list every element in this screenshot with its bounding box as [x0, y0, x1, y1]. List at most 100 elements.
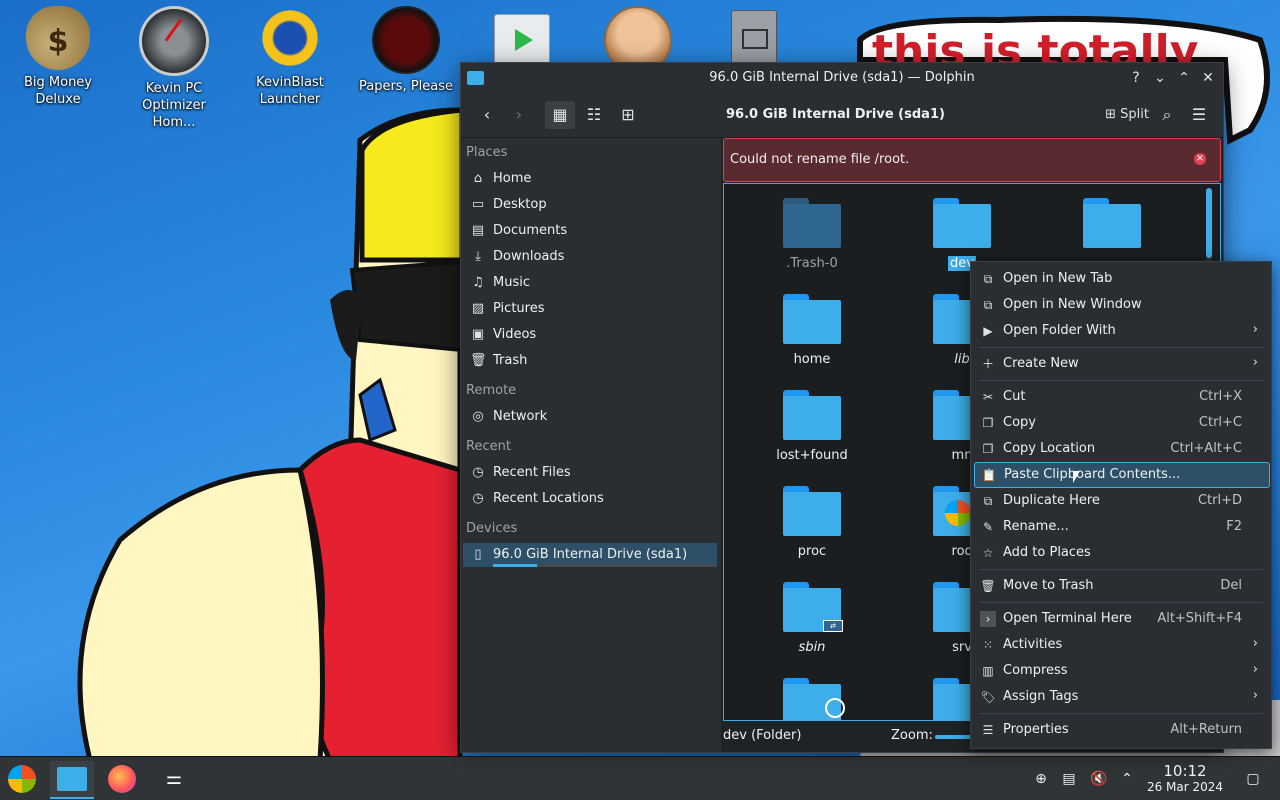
place-pictures[interactable]: ▨ Pictures — [463, 297, 717, 321]
place-music[interactable]: ♫ Music — [463, 271, 717, 295]
desktop-icon-kevinblast[interactable]: KevinBlast Launcher — [235, 0, 345, 108]
drive-usage-bar — [493, 564, 715, 567]
menu-item-paste-clipboard[interactable]: 📋 Paste Clipboard Contents... — [974, 462, 1270, 488]
show-desktop-icon[interactable]: ▢ — [1244, 770, 1262, 788]
icons-view-icon[interactable]: ▦ — [545, 101, 575, 129]
place-desktop[interactable]: ▭ Desktop — [463, 193, 717, 217]
new-window-icon: ⧉ — [983, 298, 993, 312]
music-icon: ♫ — [472, 275, 484, 290]
menu-item-duplicate-here[interactable]: ⧉ Duplicate Here Ctrl+D — [974, 489, 1268, 513]
maximize-button[interactable]: ⌃ — [1175, 69, 1193, 87]
menu-item-label: Cut — [1003, 389, 1026, 404]
place-label: Desktop — [493, 197, 547, 212]
file-item-proc[interactable]: proc — [747, 472, 877, 564]
menu-separator — [979, 569, 1263, 570]
menu-separator — [979, 347, 1263, 348]
bookmark-icon: ☆ — [982, 546, 994, 560]
start-menu-icon[interactable] — [4, 761, 40, 797]
menu-separator — [979, 602, 1263, 603]
menu-item-properties[interactable]: ☰ Properties Alt+Return — [974, 718, 1268, 742]
desktop-icon-label: Big Money Deluxe — [23, 75, 92, 107]
close-button[interactable]: ✕ — [1199, 69, 1217, 87]
desktop-icon-kevin-pc-optimizer[interactable]: Kevin PC Optimizer Hom... — [119, 0, 229, 131]
duplicate-icon: ⧉ — [983, 494, 993, 508]
volume-muted-icon[interactable]: 🔇 — [1090, 770, 1108, 788]
properties-icon: ☰ — [982, 723, 994, 737]
menu-item-compress[interactable]: ▥ Compress › — [974, 659, 1268, 683]
desktop-icon: ▭ — [471, 197, 485, 212]
firefox-icon[interactable] — [104, 761, 140, 797]
network-icon: ◎ — [472, 409, 484, 424]
menu-item-open-new-window[interactable]: ⧉ Open in New Window — [974, 293, 1268, 317]
place-internal-drive[interactable]: ▯ 96.0 GiB Internal Drive (sda1) — [463, 543, 717, 567]
hamburger-menu-icon[interactable]: ☰ — [1185, 101, 1213, 129]
place-documents[interactable]: ▤ Documents — [463, 219, 717, 243]
desktop-icon-big-money[interactable]: $ Big Money Deluxe — [3, 0, 113, 108]
menu-item-open-new-tab[interactable]: ⧉ Open in New Tab — [974, 267, 1268, 291]
menu-item-copy-location[interactable]: ❐ Copy Location Ctrl+Alt+C — [974, 437, 1268, 461]
file-item-trash-0[interactable]: .Trash-0 — [747, 184, 877, 276]
menu-item-create-new[interactable]: ＋ Create New › — [974, 352, 1268, 376]
menu-item-open-folder-with[interactable]: ▶ Open Folder With › — [974, 319, 1268, 343]
desktop-icon-media-player[interactable] — [467, 0, 577, 70]
menu-item-open-terminal[interactable]: › Open Terminal Here Alt+Shift+F4 — [974, 607, 1268, 631]
minimize-button[interactable]: ⌄ — [1151, 69, 1169, 87]
menu-item-shortcut: Ctrl+C — [1198, 415, 1242, 430]
desktop-icon-papers-please[interactable]: Papers, Please — [351, 0, 461, 95]
menu-item-add-to-places[interactable]: ☆ Add to Places — [974, 541, 1268, 565]
scrollbar-thumb[interactable] — [1206, 188, 1212, 258]
place-label: Documents — [493, 223, 568, 238]
updates-icon[interactable]: ⊕ — [1032, 770, 1050, 788]
recent-section-header: Recent — [466, 439, 511, 454]
file-item-tmp[interactable] — [747, 664, 877, 720]
place-network[interactable]: ◎ Network — [463, 405, 717, 429]
clock[interactable]: 10:12 26 Mar 2024 — [1140, 763, 1230, 795]
menu-item-move-to-trash[interactable]: 🗑 Move to Trash Del — [974, 574, 1268, 598]
place-downloads[interactable]: ⤓ Downloads — [463, 245, 717, 269]
menu-item-copy[interactable]: ❐ Copy Ctrl+C — [974, 411, 1268, 435]
forward-icon[interactable]: › — [505, 101, 533, 129]
location-breadcrumb[interactable]: 96.0 GiB Internal Drive (sda1) — [726, 107, 945, 122]
menu-item-shortcut: Alt+Return — [1170, 722, 1242, 737]
help-button[interactable]: ? — [1127, 69, 1145, 87]
file-name: sbin — [798, 640, 826, 655]
menu-item-label: Copy Location — [1003, 441, 1096, 456]
scissors-icon: ✂ — [982, 390, 994, 404]
search-icon[interactable]: ⌕ — [1153, 101, 1181, 129]
folder-icon — [783, 486, 841, 536]
place-label: Music — [493, 275, 530, 290]
menu-item-rename[interactable]: ✎ Rename... F2 — [974, 515, 1268, 539]
menu-item-shortcut: Del — [1220, 578, 1242, 593]
place-videos[interactable]: ▣ Videos — [463, 323, 717, 347]
place-home[interactable]: ⌂ Home — [463, 167, 717, 191]
settings-sliders-icon[interactable]: ⚌ — [156, 761, 192, 797]
folder-icon — [1083, 198, 1141, 248]
submenu-arrow-icon: › — [1252, 688, 1258, 703]
close-error-icon[interactable]: ✕ — [1194, 153, 1206, 165]
chevron-up-icon[interactable]: ⌃ — [1118, 770, 1136, 788]
menu-item-label: Move to Trash — [1003, 578, 1094, 593]
file-item-lost-found[interactable]: lost+found — [747, 376, 877, 468]
compact-view-icon[interactable]: ☷ — [579, 101, 609, 129]
menu-item-cut[interactable]: ✂ Cut Ctrl+X — [974, 385, 1268, 409]
menu-item-assign-tags[interactable]: 🏷 Assign Tags › — [974, 685, 1268, 709]
taskbar: ⚌ ⊕ ▤ 🔇 ⌃ 10:12 26 Mar 2024 ▢ — [0, 756, 1280, 800]
details-view-icon[interactable]: ⊞ — [613, 101, 643, 129]
place-trash[interactable]: 🗑 Trash — [463, 349, 717, 373]
downloads-icon: ⤓ — [475, 249, 481, 264]
back-icon[interactable]: ‹ — [473, 101, 501, 129]
dolphin-task-icon[interactable] — [50, 761, 94, 799]
file-name: lost+found — [776, 448, 848, 463]
place-recent-files[interactable]: ◷ Recent Files — [463, 461, 717, 485]
menu-item-activities[interactable]: ⁙ Activities › — [974, 633, 1268, 657]
desktop-icon-document[interactable] — [699, 0, 809, 70]
error-message-text: Could not rename file /root. — [730, 152, 910, 167]
windows-logo-icon — [945, 500, 971, 526]
title-bar[interactable]: 96.0 GiB Internal Drive (sda1) — Dolphin… — [461, 63, 1223, 93]
clipboard-icon[interactable]: ▤ — [1060, 770, 1078, 788]
paste-icon: 📋 — [981, 468, 997, 482]
submenu-arrow-icon: › — [1252, 636, 1258, 651]
file-item-sbin[interactable]: ⇄ sbin — [747, 568, 877, 660]
place-recent-locations[interactable]: ◷ Recent Locations — [463, 487, 717, 511]
file-item-home[interactable]: home — [747, 280, 877, 372]
